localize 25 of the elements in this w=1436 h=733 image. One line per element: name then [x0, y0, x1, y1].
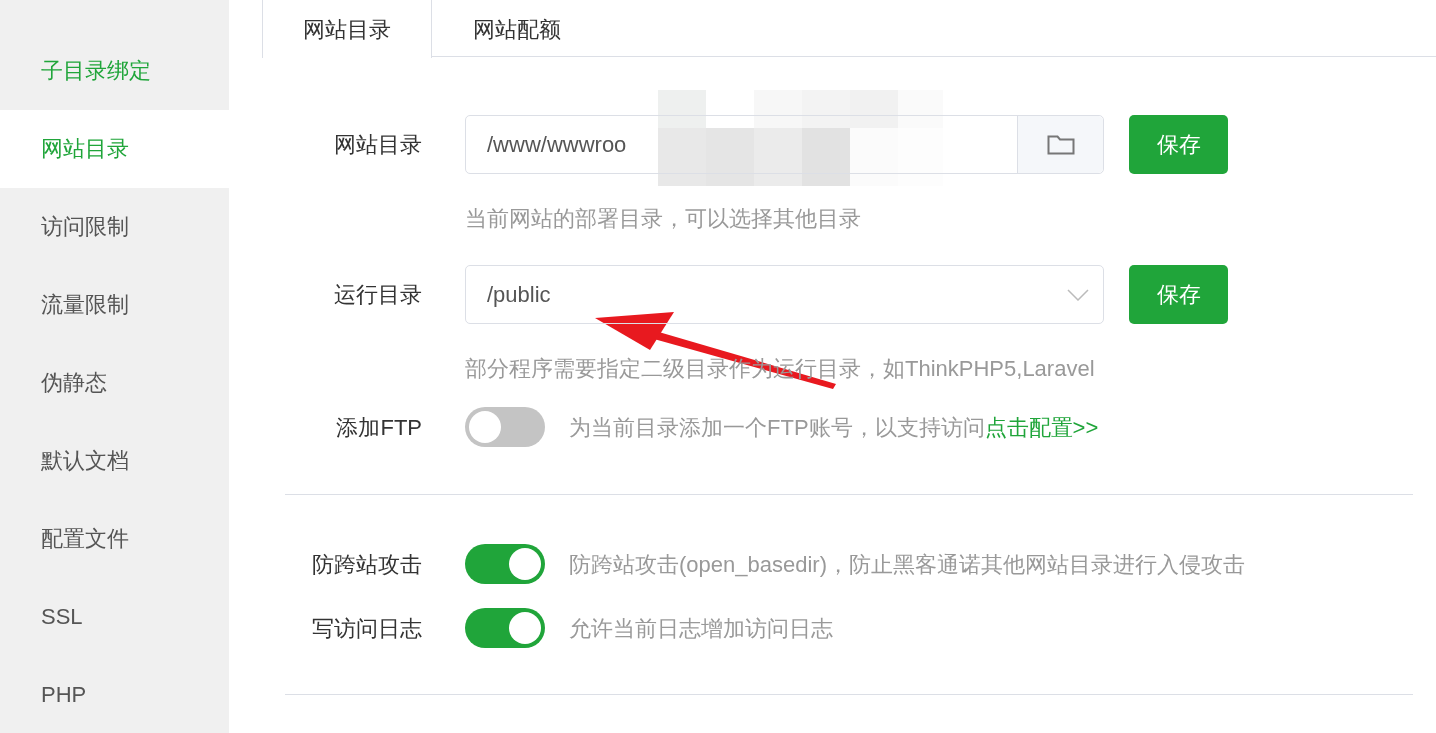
field-label: 运行目录 [333, 281, 423, 309]
description-text: 为当前目录添加一个FTP账号，以支持访问点击配置>> [569, 413, 1099, 442]
description-text: 允许当前日志增加访问日志 [569, 614, 833, 643]
description-text: 防跨站攻击(open_basedir)，防止黑客通诺其他网站目录进行入侵攻击 [569, 550, 1245, 579]
tab[interactable]: 网站目录 [262, 0, 432, 58]
sidebar-item[interactable]: 伪静态 [0, 343, 229, 422]
field-label: 防跨站攻击 [311, 550, 423, 579]
sidebar-item[interactable]: 默认文档 [0, 421, 229, 500]
field-label: 写访问日志 [311, 614, 423, 643]
input-field[interactable]: /public [465, 265, 1104, 324]
hint-text: 当前网站的部署目录，可以选择其他目录 [465, 205, 862, 233]
sidebar-item[interactable]: 流量限制 [0, 265, 229, 344]
sidebar-item[interactable]: SSL [0, 577, 229, 656]
field-label: 网站目录 [333, 131, 423, 159]
toggle-switch[interactable] [465, 608, 545, 648]
folder-icon[interactable] [1046, 133, 1075, 156]
sidebar-item[interactable]: 访问限制 [0, 187, 229, 266]
sidebar-item[interactable]: PHP [0, 655, 229, 733]
field-label: 添加FTP [335, 413, 423, 442]
tab[interactable]: 网站配额 [432, 0, 602, 58]
toggle-switch[interactable] [465, 544, 545, 584]
toggle-switch[interactable] [465, 407, 545, 447]
sidebar-item[interactable]: 配置文件 [0, 499, 229, 578]
input-field[interactable]: /www/wwwroo [465, 115, 1104, 174]
chevron-down-icon [1067, 288, 1089, 301]
